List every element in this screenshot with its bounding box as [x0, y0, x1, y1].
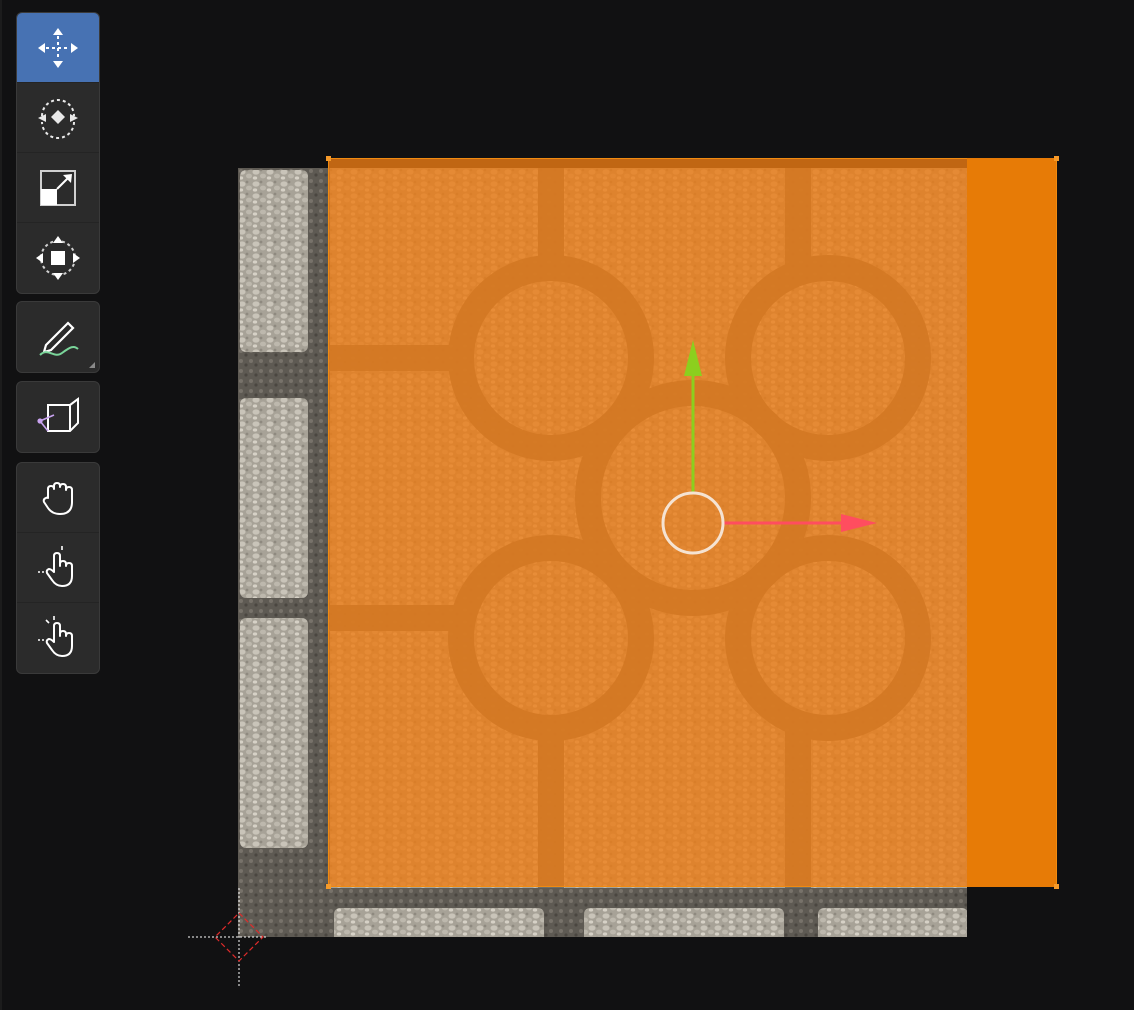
annotate-tool[interactable] [17, 302, 99, 372]
selected-uv-face[interactable] [328, 158, 1057, 887]
rotate-tool[interactable] [17, 83, 99, 153]
uv-vertex[interactable] [326, 156, 331, 161]
rip-region-tool[interactable] [17, 382, 99, 452]
uv-viewport[interactable] [0, 0, 1134, 1010]
sculpt-tools-group [16, 462, 100, 674]
pinch-tool[interactable] [17, 603, 99, 673]
grab-tool[interactable] [17, 463, 99, 533]
move-tool[interactable] [17, 13, 99, 83]
tool-options-indicator [89, 362, 95, 368]
move-icon [38, 27, 78, 68]
rotate-icon [38, 98, 78, 139]
annotate-tools-group [16, 301, 100, 373]
region-border [0, 0, 2, 1010]
scale-icon [40, 169, 76, 206]
selected-uv-face-outside [967, 158, 1057, 887]
uv-vertex[interactable] [1054, 156, 1059, 161]
transform-tool[interactable] [17, 223, 99, 293]
grab-hand-icon [42, 481, 73, 515]
scale-tool[interactable] [17, 153, 99, 223]
relax-tool[interactable] [17, 533, 99, 603]
uv-vertex[interactable] [1054, 884, 1059, 889]
rip-region-icon [37, 397, 79, 432]
annotate-icon [39, 321, 79, 356]
pinch-hand-icon [38, 616, 73, 657]
rip-tools-group [16, 381, 100, 453]
relax-hand-icon [38, 545, 73, 587]
transform-icon [36, 236, 80, 280]
transform-tools-group [16, 12, 100, 294]
uv-vertex[interactable] [326, 884, 331, 889]
